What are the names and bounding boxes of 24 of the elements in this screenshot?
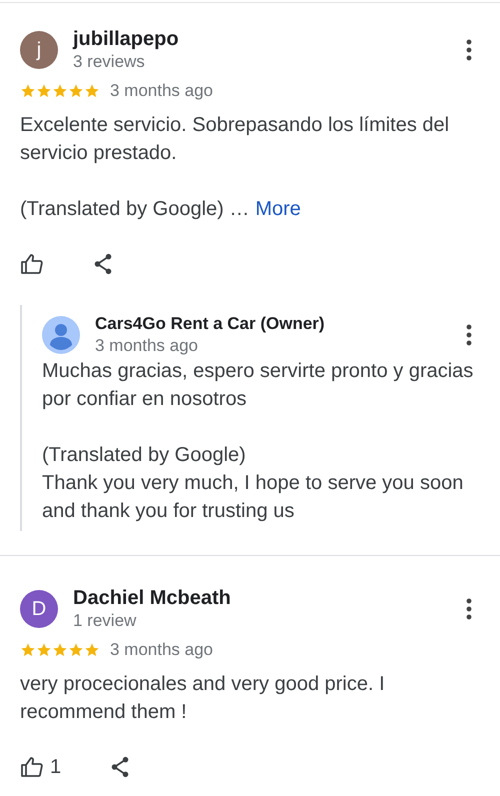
owner-avatar-icon: [42, 316, 80, 354]
review-text: very procecionales and very good price. I recommend them !: [20, 672, 386, 725]
like-count: 1: [50, 756, 62, 778]
reply-time: 3 months ago: [95, 335, 200, 357]
reply-text: Muchas gracias, espero servirte pronto y gracias por confiar en nosotros: [42, 359, 474, 412]
more-link[interactable]: More: [255, 198, 301, 220]
reviewer-name[interactable]: Dachiel Mcbeath: [73, 586, 451, 610]
review-count: 3 reviews: [73, 51, 146, 73]
thumbs-up-icon[interactable]: [20, 252, 44, 276]
reviewer-name[interactable]: jubillapepo: [73, 27, 451, 51]
thumbs-up-icon[interactable]: [20, 755, 44, 779]
more-options-icon[interactable]: [466, 324, 472, 346]
more-options-icon[interactable]: [466, 39, 472, 61]
review-text: Excelente servicio. Sobrepasando los límites del servicio prestado.: [20, 113, 450, 166]
more-options-icon[interactable]: [466, 598, 472, 620]
share-icon[interactable]: [92, 253, 114, 275]
review-time: 3 months ago: [110, 81, 214, 101]
avatar[interactable]: D: [20, 590, 58, 628]
owner-name: Cars4Go Rent a Car (Owner): [95, 313, 326, 335]
review-time: 3 months ago: [110, 640, 214, 660]
reply-text: (Translated by Google) Thank you very much, I hope to serve you soon and thank you for trusting us: [42, 443, 464, 524]
avatar[interactable]: j: [20, 31, 58, 69]
review-count: 1 review: [73, 610, 138, 632]
review-text: (Translated by Google) … More: [20, 197, 302, 222]
